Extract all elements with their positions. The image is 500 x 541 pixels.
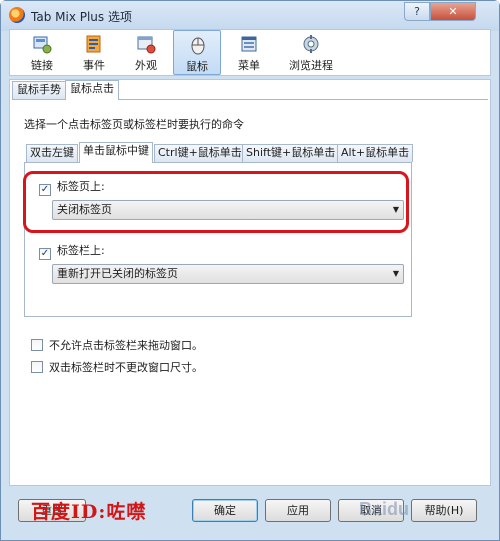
tab-alt-click[interactable]: Alt+鼠标单击 bbox=[337, 144, 414, 162]
firefox-app-icon bbox=[9, 7, 25, 23]
help-title-button[interactable]: ? bbox=[404, 2, 430, 21]
toolbar-item-session[interactable]: 浏览进程 bbox=[280, 30, 342, 75]
appearance-icon bbox=[137, 36, 156, 54]
session-icon bbox=[303, 35, 319, 53]
options-window: Tab Mix Plus 选项 ? ✕ 链接 事件 外观 鼠标 菜单 浏览进程 … bbox=[0, 0, 500, 541]
tab-mouse-gestures[interactable]: 鼠标手势 bbox=[12, 81, 66, 99]
panel-description: 选择一个点击标签页或标签栏时要执行的命令 bbox=[24, 118, 244, 131]
title-bar[interactable]: Tab Mix Plus 选项 ? ✕ bbox=[1, 1, 499, 31]
category-toolbar: 链接 事件 外观 鼠标 菜单 浏览进程 bbox=[9, 29, 491, 76]
option-no-drag-checkbox[interactable] bbox=[31, 339, 43, 351]
bar-action-checkbox-row[interactable]: ✓ 标签栏上: bbox=[39, 244, 105, 260]
tab-ctrl-click[interactable]: Ctrl键+鼠标单击 bbox=[154, 144, 246, 162]
toolbar-label: 浏览进程 bbox=[289, 59, 333, 72]
menu-icon bbox=[241, 36, 257, 52]
window-title: Tab Mix Plus 选项 bbox=[31, 10, 132, 24]
events-icon bbox=[86, 35, 101, 53]
toolbar-label: 外观 bbox=[135, 59, 157, 72]
baidu-logo-watermark: Baidu bbox=[359, 499, 410, 519]
link-settings-icon bbox=[33, 36, 52, 54]
toolbar-item-links[interactable]: 链接 bbox=[18, 30, 66, 75]
toolbar-item-appearance[interactable]: 外观 bbox=[122, 30, 170, 75]
tab-middle-click[interactable]: 单击鼠标中键 bbox=[79, 142, 153, 163]
chevron-down-icon: ▼ bbox=[392, 269, 399, 278]
toolbar-label: 链接 bbox=[31, 59, 53, 72]
apply-button[interactable]: 应用 bbox=[265, 499, 331, 522]
toolbar-item-events[interactable]: 事件 bbox=[70, 30, 118, 75]
watermark-text: 百度ID:咗噤 bbox=[31, 501, 147, 523]
bar-action-checkbox[interactable]: ✓ bbox=[39, 248, 51, 260]
highlight-annotation bbox=[23, 171, 409, 233]
option-no-resize-row[interactable]: 双击标签栏时不更改窗口尺寸。 bbox=[31, 361, 203, 375]
bar-action-select[interactable]: 重新打开已关闭的标签页 ▼ bbox=[52, 264, 404, 284]
tab-mouse-click[interactable]: 鼠标点击 bbox=[65, 80, 119, 100]
close-window-button[interactable]: ✕ bbox=[430, 2, 476, 21]
mouse-icon bbox=[191, 37, 205, 55]
toolbar-label: 事件 bbox=[83, 59, 105, 72]
toolbar-item-menu[interactable]: 菜单 bbox=[225, 30, 273, 75]
ok-button[interactable]: 确定 bbox=[192, 499, 258, 522]
option-no-resize-checkbox[interactable] bbox=[31, 361, 43, 373]
bar-action-value: 重新打开已关闭的标签页 bbox=[57, 267, 178, 280]
help-button[interactable]: 帮助(H) bbox=[411, 499, 477, 522]
toolbar-label: 鼠标 bbox=[186, 60, 208, 73]
toolbar-label: 菜单 bbox=[238, 59, 260, 72]
option-no-resize-label: 双击标签栏时不更改窗口尺寸。 bbox=[49, 361, 203, 374]
option-no-drag-label: 不允许点击标签栏来拖动窗口。 bbox=[49, 339, 203, 352]
toolbar-item-mouse[interactable]: 鼠标 bbox=[173, 30, 221, 75]
option-no-drag-row[interactable]: 不允许点击标签栏来拖动窗口。 bbox=[31, 339, 203, 353]
tab-shift-click[interactable]: Shift键+鼠标单击 bbox=[242, 144, 340, 162]
settings-panel: 鼠标手势 鼠标点击 选择一个点击标签页或标签栏时要执行的命令 双击左键 单击鼠标… bbox=[9, 79, 491, 486]
tab-double-left-click[interactable]: 双击左键 bbox=[26, 144, 78, 162]
bar-action-label: 标签栏上: bbox=[57, 244, 105, 257]
